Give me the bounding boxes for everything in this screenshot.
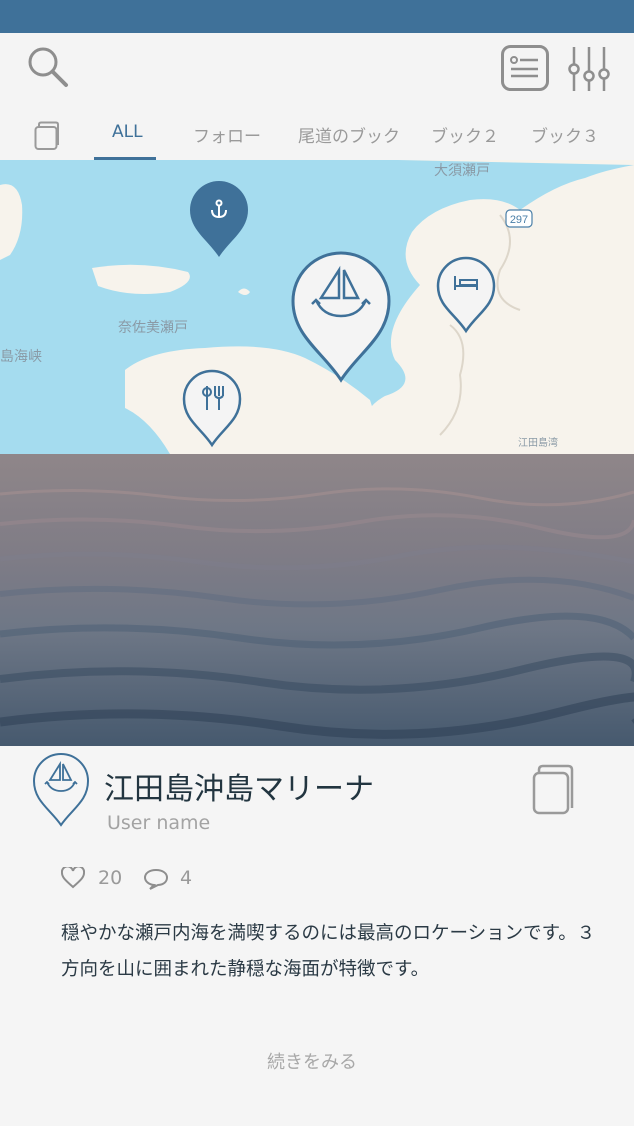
tab-book-3[interactable]: ブック３ (531, 122, 599, 147)
search-icon[interactable] (26, 45, 70, 89)
tab-book-2[interactable]: ブック２ (431, 122, 499, 147)
route-badge: 297 (510, 214, 528, 226)
tab-all[interactable]: ALL (112, 122, 143, 142)
tab-bar: ALL フォロー 尾道のブック ブック２ ブック３ (0, 112, 634, 160)
post-title: 江田島沖島マリーナ (104, 772, 374, 807)
map-label-strait: 島海峡 (0, 349, 42, 365)
map-label-etajima-bay: 江田島湾 (518, 438, 558, 449)
like-count: 20 (98, 867, 123, 889)
sea-waves (0, 487, 634, 739)
post-description: 穏やかな瀬戸内海を満喫するのには最高のロケーションです。３方向を山に囲まれた静穏… (61, 923, 596, 980)
anchor-pin[interactable] (188, 178, 250, 260)
map-label-nasami-seto: 奈佐美瀬戸 (118, 320, 188, 336)
comment-count: 4 (180, 867, 193, 889)
post-photo[interactable] (0, 454, 634, 746)
post-card: 江田島沖島マリーナ User name 20 4 穏やかな瀬戸内海を満喫するのに… (0, 746, 634, 1126)
list-view-icon[interactable] (501, 45, 549, 91)
map-label-osuseto: 大須瀬戸 (434, 163, 490, 179)
add-to-book-button[interactable] (532, 764, 574, 816)
sailboat-pin-selected[interactable] (290, 248, 392, 384)
map-view[interactable]: 297 大須瀬戸 奈佐美瀬戸 島海峡 江田島湾 (0, 160, 634, 454)
read-more-link[interactable]: 続きをみる (0, 1048, 624, 1074)
filter-sliders-icon[interactable] (566, 45, 612, 93)
hotel-pin[interactable] (436, 256, 496, 334)
tab-onomichi-book[interactable]: 尾道のブック (298, 122, 400, 147)
comment-icon[interactable] (143, 868, 169, 890)
book-icon[interactable] (34, 121, 60, 151)
status-bar (0, 0, 634, 33)
heart-icon[interactable] (61, 867, 85, 889)
post-category-pin (32, 753, 90, 827)
post-username[interactable]: User name (107, 812, 210, 834)
tab-follow[interactable]: フォロー (193, 122, 261, 147)
restaurant-pin[interactable] (182, 368, 242, 448)
